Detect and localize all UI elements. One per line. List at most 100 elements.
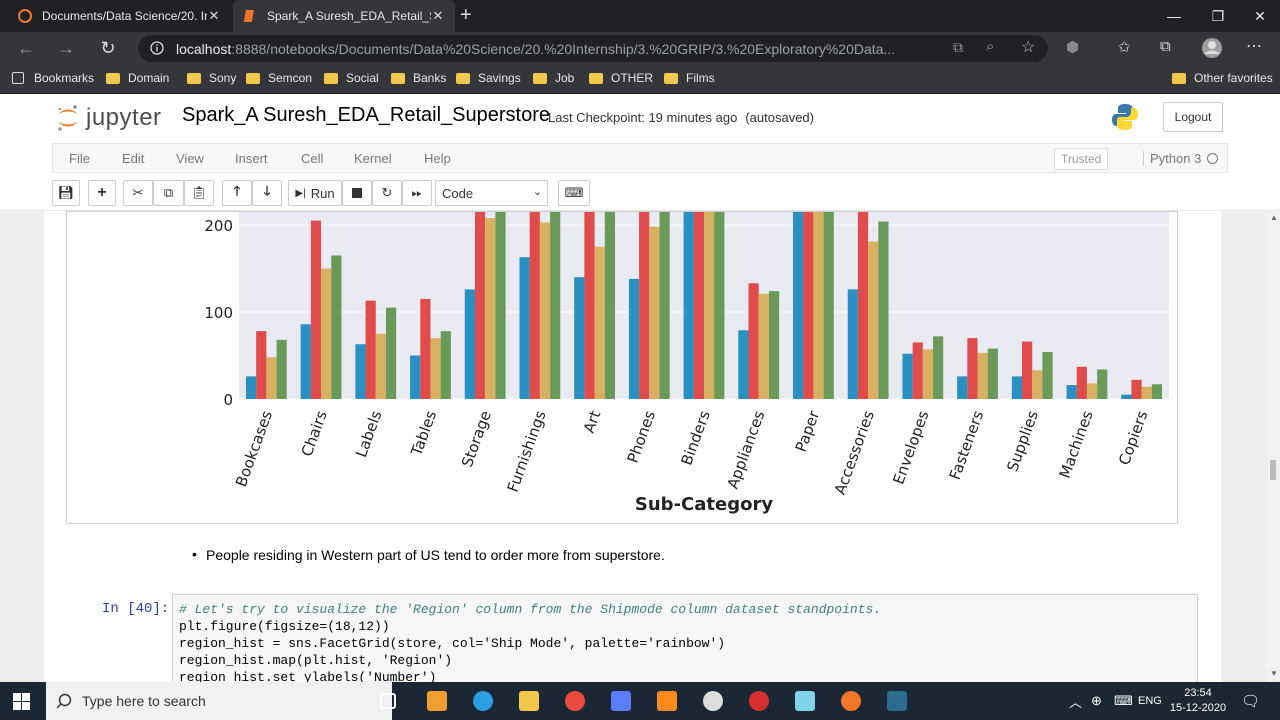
- favorites-icon[interactable]: ✩: [1118, 38, 1131, 56]
- menu-cell[interactable]: Cell: [301, 151, 323, 166]
- vscode-icon[interactable]: [887, 691, 907, 711]
- close-tab-icon[interactable]: ✕: [431, 8, 445, 24]
- menu-kernel[interactable]: Kernel: [354, 151, 392, 166]
- code-cell[interactable]: # Let's try to visualize the 'Region' co…: [172, 594, 1198, 682]
- bar: [355, 344, 366, 399]
- tray-chevron-icon[interactable]: ︿: [1069, 682, 1082, 720]
- notebook-name[interactable]: Spark_A Suresh_EDA_Retail_Superstore: [182, 104, 550, 127]
- menu-view[interactable]: View: [176, 151, 204, 166]
- store-icon[interactable]: [427, 691, 447, 711]
- notifications-icon[interactable]: 🗨︎: [1241, 682, 1260, 720]
- file-explorer-icon[interactable]: [519, 691, 539, 711]
- bar: [933, 336, 944, 399]
- copy-button[interactable]: ⧉: [153, 180, 184, 206]
- browser-tab-bar: Documents/Data Science/20. Inte ✕ Spark_…: [0, 0, 1280, 32]
- bar: [464, 289, 475, 399]
- refresh-icon[interactable]: ↻: [98, 38, 118, 58]
- forward-icon[interactable]: →: [56, 38, 76, 58]
- language-indicator[interactable]: ENG: [1138, 682, 1162, 720]
- menu-insert[interactable]: Insert: [235, 151, 268, 166]
- bar: [550, 212, 561, 399]
- paste-button[interactable]: 📋︎: [184, 180, 214, 206]
- save-button[interactable]: 💾︎: [52, 180, 80, 206]
- bookmark-folder[interactable]: Job: [533, 71, 574, 85]
- taskbar-search[interactable]: Type here to search: [46, 682, 392, 720]
- notebook-favicon-icon: [243, 10, 254, 22]
- bar: [628, 278, 640, 399]
- bookmark-folder[interactable]: OTHER: [589, 71, 653, 85]
- save-icon: 💾︎: [57, 185, 75, 200]
- bar: [704, 212, 715, 399]
- stop-icon: [352, 188, 362, 198]
- windows-start-icon[interactable]: [13, 693, 30, 710]
- close-tab-icon[interactable]: ✕: [207, 8, 221, 24]
- logout-button[interactable]: Logout: [1163, 102, 1223, 132]
- zoom-icon[interactable]: ⌕: [986, 38, 994, 55]
- page-scrollbar[interactable]: ▲ ▼: [1268, 211, 1280, 682]
- favorite-star-icon[interactable]: ☆: [1021, 37, 1035, 57]
- url-field[interactable]: localhost:8888/notebooks/Documents/Data%…: [138, 35, 1048, 62]
- checkpoint-status: Last Checkpoint: 19 minutes ago (autosave…: [548, 110, 814, 125]
- x-tick-label: Machines: [1056, 408, 1097, 481]
- collections-icon[interactable]: ⧉: [1160, 38, 1171, 55]
- network-icon[interactable]: ⊕: [1091, 682, 1102, 720]
- bookmark-folder[interactable]: Banks: [391, 71, 446, 85]
- x-tick-label: Labels: [352, 408, 385, 460]
- reader-mode-icon[interactable]: ⧉: [953, 39, 963, 56]
- jupyter-logo-icon: [58, 105, 78, 131]
- bookmark-folder[interactable]: Sony: [187, 71, 236, 85]
- task-view-icon[interactable]: [380, 693, 396, 709]
- settings-more-icon[interactable]: ⋯: [1246, 36, 1262, 56]
- app-icon[interactable]: [749, 691, 769, 711]
- notepad-icon[interactable]: [795, 691, 815, 711]
- cut-button[interactable]: ✂: [123, 180, 153, 206]
- edge-browser-icon[interactable]: [473, 691, 493, 711]
- browser-tab-notebook[interactable]: Spark_A Suresh_EDA_Retail_Supe ✕: [233, 0, 455, 32]
- menu-file[interactable]: File: [69, 151, 90, 166]
- keyboard-icon: ⌨: [564, 185, 584, 200]
- bookmark-folder[interactable]: Social: [324, 71, 379, 85]
- scroll-down-icon[interactable]: ▼: [1270, 669, 1278, 678]
- bar: [420, 298, 431, 399]
- clock[interactable]: 23:54 15-12-2020: [1162, 686, 1234, 716]
- bookmark-folder[interactable]: Savings: [456, 71, 521, 85]
- bookmarks-root[interactable]: Bookmarks: [12, 71, 94, 85]
- keyboard-tray-icon[interactable]: ⌨: [1114, 682, 1133, 720]
- page-scrollbar-thumb[interactable]: [1270, 460, 1276, 480]
- new-tab-icon[interactable]: +: [460, 4, 472, 27]
- y-tick-label: 0: [223, 391, 233, 409]
- move-down-button[interactable]: 🡓: [252, 180, 282, 206]
- cell-type-select[interactable]: Code ⌄: [435, 180, 548, 206]
- command-palette-button[interactable]: ⌨: [558, 180, 590, 206]
- window-close-icon[interactable]: ✕: [1238, 0, 1280, 32]
- insert-cell-button[interactable]: +: [88, 180, 116, 206]
- bar: [683, 212, 694, 399]
- bookmark-folder[interactable]: Films: [664, 71, 715, 85]
- other-favorites[interactable]: Other favorites: [1172, 71, 1273, 85]
- calculator-icon[interactable]: [611, 691, 631, 711]
- minimize-icon[interactable]: —: [1152, 0, 1196, 32]
- trusted-badge[interactable]: Trusted: [1054, 148, 1109, 170]
- chrome-icon[interactable]: [565, 691, 585, 711]
- vlc-icon[interactable]: [657, 691, 677, 711]
- scroll-up-icon[interactable]: ▲: [1270, 213, 1278, 222]
- browser-tab-documents[interactable]: Documents/Data Science/20. Inte ✕: [8, 0, 231, 32]
- restart-run-all-button[interactable]: ⏩︎: [402, 180, 432, 206]
- menu-help[interactable]: Help: [424, 151, 451, 166]
- snipping-tool-icon[interactable]: [703, 691, 723, 711]
- profile-avatar-icon[interactable]: [1201, 37, 1223, 59]
- back-icon[interactable]: ←: [16, 38, 36, 58]
- jupyter-logo[interactable]: jupyter: [56, 101, 162, 135]
- bookmark-folder[interactable]: Semcon: [246, 71, 312, 85]
- shield-icon[interactable]: ⬢: [1066, 38, 1079, 56]
- jupyter-app-icon[interactable]: [841, 691, 861, 711]
- run-button[interactable]: ▶| Run: [288, 180, 342, 206]
- interrupt-button[interactable]: [342, 180, 372, 206]
- restart-button[interactable]: ↻: [372, 180, 402, 206]
- move-up-button[interactable]: 🡑: [222, 180, 252, 206]
- maximize-icon[interactable]: ❐: [1196, 0, 1240, 32]
- bar: [649, 226, 660, 399]
- info-icon: [150, 41, 164, 55]
- bookmark-folder[interactable]: Domain: [106, 71, 169, 85]
- menu-edit[interactable]: Edit: [122, 151, 144, 166]
